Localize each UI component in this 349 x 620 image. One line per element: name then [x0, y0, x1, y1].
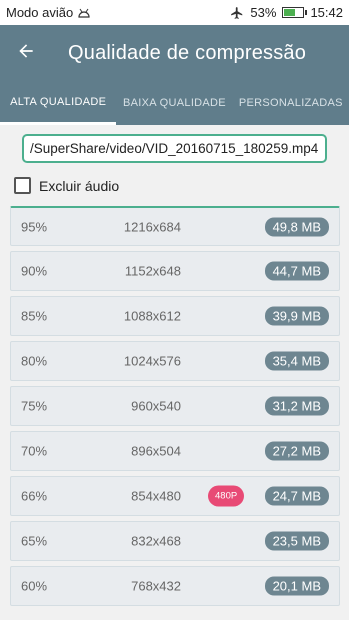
resolution: 896x504	[131, 443, 181, 459]
quality-row[interactable]: 70% 896x504 27,2 MB	[10, 431, 340, 471]
tab-alta-qualidade[interactable]: ALTA QUALIDADE	[0, 81, 117, 125]
resolution: 1216x684	[123, 219, 181, 234]
status-bar: Modo avião 53% 15:42	[0, 0, 349, 25]
quality-percent: 75%	[21, 398, 48, 414]
quality-percent: 90%	[21, 263, 48, 279]
app-bar: Qualidade de compressão	[0, 25, 349, 81]
exclude-audio-label: Excluir áudio	[39, 177, 120, 194]
resolution: 1024x576	[123, 353, 181, 369]
file-path-field[interactable]: /SuperShare/video/VID_20160715_180259.mp…	[22, 134, 327, 163]
resolution: 854x480	[131, 488, 181, 504]
quality-row[interactable]: 80% 1024x576 35,4 MB	[10, 341, 340, 381]
tab-bar: ALTA QUALIDADE BAIXA QUALIDADE PERSONALI…	[0, 81, 349, 125]
size-badge: 31,2 MB	[264, 396, 329, 416]
size-badge: 27,2 MB	[264, 441, 329, 461]
exclude-audio-option[interactable]: Excluir áudio	[14, 177, 119, 194]
size-badge: 24,7 MB	[264, 486, 329, 506]
quality-list: 95% 1216x684 49,8 MB 90% 1152x648 44,7 M…	[10, 206, 340, 611]
quality-row[interactable]: 75% 960x540 31,2 MB	[10, 386, 340, 426]
quality-percent: 65%	[21, 533, 48, 549]
quality-percent: 66%	[21, 488, 48, 504]
quality-row[interactable]: 95% 1216x684 49,8 MB	[10, 206, 340, 246]
quality-percent: 60%	[21, 578, 48, 594]
size-badge: 39,9 MB	[264, 306, 329, 326]
resolution: 832x468	[131, 533, 181, 549]
tab-personalizadas[interactable]: PERSONALIZADAS	[233, 81, 349, 125]
quality-percent: 70%	[21, 443, 48, 459]
resolution: 768x432	[131, 578, 181, 594]
android-debug-icon	[77, 8, 91, 18]
page-title: Qualidade de compressão	[68, 41, 307, 64]
size-badge: 35,4 MB	[264, 351, 329, 371]
quality-percent: 95%	[21, 219, 48, 234]
tab-baixa-qualidade[interactable]: BAIXA QUALIDADE	[116, 81, 232, 125]
battery-icon	[282, 7, 308, 18]
back-button[interactable]	[0, 25, 52, 81]
airplane-icon	[230, 6, 244, 20]
resolution-tag-badge: 480P	[208, 485, 245, 507]
clock: 15:42	[310, 5, 343, 20]
size-badge: 20,1 MB	[264, 576, 329, 596]
quality-row[interactable]: 65% 832x468 23,5 MB	[10, 521, 340, 561]
resolution: 960x540	[131, 398, 181, 414]
quality-row[interactable]: 66% 854x480 480P 24,7 MB	[10, 476, 340, 516]
quality-row[interactable]: 85% 1088x612 39,9 MB	[10, 296, 340, 336]
quality-row[interactable]: 90% 1152x648 44,7 MB	[10, 251, 340, 291]
size-badge: 23,5 MB	[264, 531, 329, 551]
quality-row[interactable]: 60% 768x432 20,1 MB	[10, 566, 340, 606]
size-badge: 49,8 MB	[264, 217, 329, 236]
size-badge: 44,7 MB	[264, 261, 329, 281]
quality-percent: 80%	[21, 353, 48, 369]
arrow-left-icon	[16, 41, 36, 66]
resolution: 1088x612	[123, 308, 181, 324]
battery-percentage: 53%	[250, 5, 277, 20]
quality-percent: 85%	[21, 308, 48, 324]
resolution: 1152x648	[124, 263, 181, 279]
status-left-text: Modo avião	[6, 5, 74, 20]
exclude-audio-checkbox[interactable]	[14, 177, 31, 194]
